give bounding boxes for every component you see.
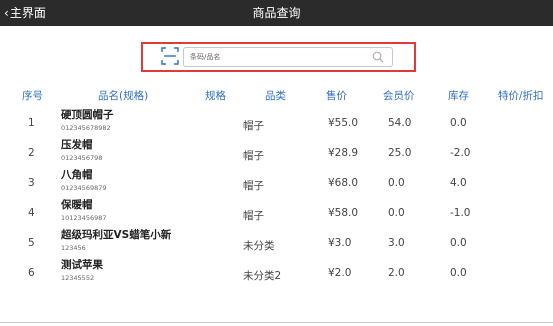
- product-price: ¥55.0: [328, 117, 359, 129]
- product-category: 帽子: [243, 210, 264, 222]
- product-price: ¥3.0: [328, 237, 352, 249]
- product-code: 123456: [61, 244, 86, 252]
- back-button[interactable]: ‹ 主界面: [4, 0, 46, 26]
- product-name: 压发帽: [61, 139, 93, 151]
- product-member-price: 3.0: [388, 237, 405, 249]
- product-member-price: 2.0: [388, 267, 405, 279]
- row-index: 1: [28, 117, 35, 129]
- product-stock: -1.0: [450, 207, 471, 219]
- header-stock: 库存: [448, 90, 469, 102]
- product-category: 帽子: [243, 180, 264, 192]
- row-index: 6: [28, 267, 35, 279]
- row-index: 2: [28, 147, 35, 159]
- product-code: 0123456798: [61, 154, 103, 162]
- row-index: 3: [28, 177, 35, 189]
- product-member-price: 0.0: [388, 177, 405, 189]
- chevron-left-icon: ‹: [4, 6, 9, 20]
- product-price: ¥2.0: [328, 267, 352, 279]
- search-input[interactable]: [190, 48, 370, 66]
- product-stock: 0.0: [450, 117, 467, 129]
- header-price: 售价: [326, 90, 347, 102]
- product-name: 超级玛利亚VS蜡笔小新: [61, 229, 172, 241]
- product-category: 帽子: [243, 120, 264, 132]
- scan-icon[interactable]: [161, 47, 179, 65]
- header-member-price: 会员价: [383, 90, 415, 102]
- top-bar: 商品查询 ‹ 主界面: [0, 0, 553, 26]
- product-member-price: 54.0: [388, 117, 412, 129]
- row-index: 4: [28, 207, 35, 219]
- product-category: 未分类2: [243, 270, 282, 282]
- header-special: 特价/折扣: [498, 90, 544, 102]
- product-code: 10123456987: [61, 214, 107, 222]
- product-name: 硬顶圆帽子: [61, 109, 114, 121]
- product-category: 帽子: [243, 150, 264, 162]
- product-member-price: 25.0: [388, 147, 412, 159]
- search-icon[interactable]: [372, 51, 384, 63]
- product-code: 01234569879: [61, 184, 107, 192]
- product-price: ¥68.0: [328, 177, 359, 189]
- row-index: 5: [28, 237, 35, 249]
- header-name: 品名(规格): [98, 90, 149, 102]
- product-category: 未分类: [243, 240, 275, 252]
- product-name: 测试苹果: [61, 259, 103, 271]
- product-price: ¥28.9: [328, 147, 359, 159]
- back-label: 主界面: [9, 6, 46, 20]
- product-stock: 0.0: [450, 267, 467, 279]
- product-stock: 0.0: [450, 237, 467, 249]
- product-member-price: 0.0: [388, 207, 405, 219]
- header-index: 序号: [22, 90, 43, 102]
- header-spec: 规格: [205, 90, 226, 102]
- product-code: 012345678982: [61, 124, 111, 132]
- bottom-divider: [0, 322, 553, 323]
- page-title: 商品查询: [252, 6, 301, 20]
- product-name: 八角帽: [61, 169, 93, 181]
- product-stock: 4.0: [450, 177, 467, 189]
- product-code: 12345552: [61, 274, 95, 282]
- product-stock: -2.0: [450, 147, 471, 159]
- search-box[interactable]: [183, 47, 393, 67]
- product-name: 保暖帽: [61, 199, 93, 211]
- header-category: 品类: [265, 90, 286, 102]
- product-price: ¥58.0: [328, 207, 359, 219]
